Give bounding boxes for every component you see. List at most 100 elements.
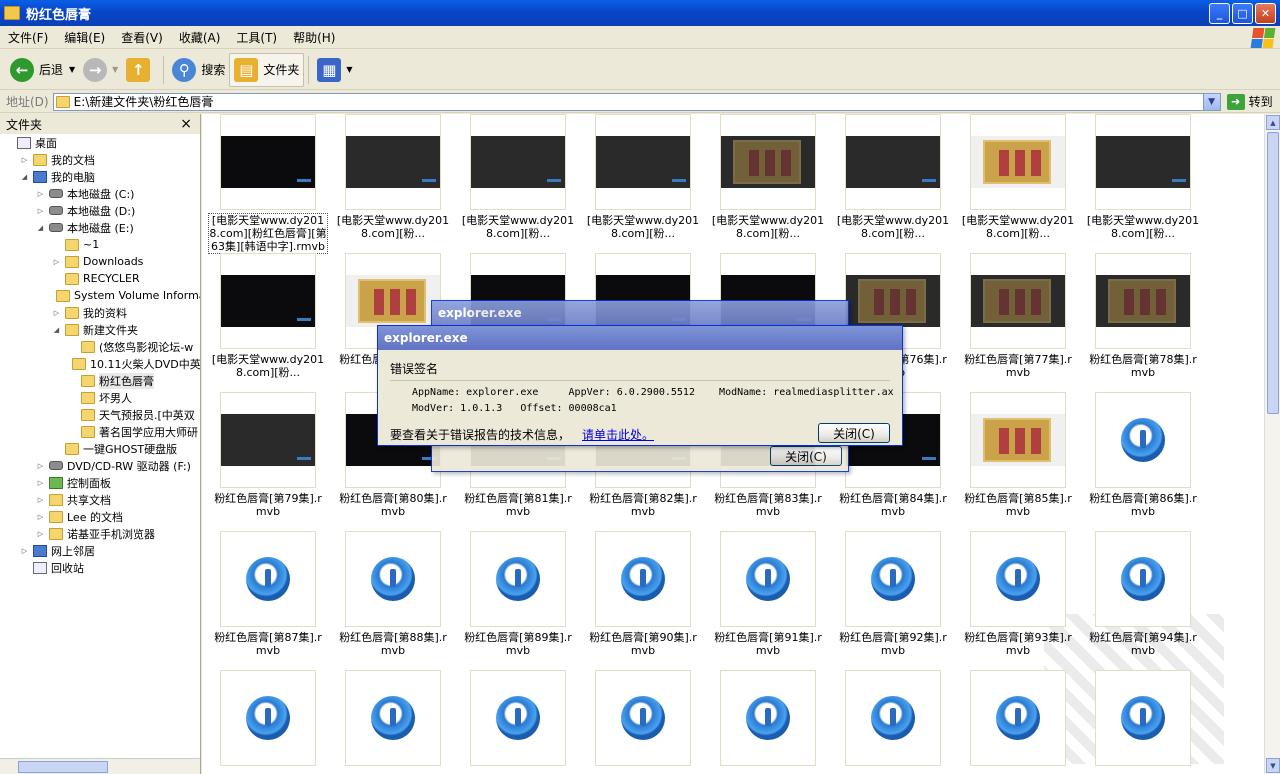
expand-icon[interactable]: ▷: [36, 512, 45, 521]
menu-edit[interactable]: 编辑(E): [56, 29, 113, 46]
expand-icon[interactable]: ▷: [52, 308, 61, 317]
file-item[interactable]: 粉红色唇膏[第94集].rmvb: [1084, 531, 1202, 657]
file-item[interactable]: [834, 670, 952, 770]
tree-item[interactable]: ▷ DVD/CD-RW 驱动器 (F:): [0, 457, 200, 474]
tree-item[interactable]: ▷ 我的资料: [0, 304, 200, 321]
views-button[interactable]: ▦ ▼: [313, 53, 356, 87]
file-item[interactable]: 粉红色唇膏[第86集].rmvb: [1084, 392, 1202, 518]
tree-item[interactable]: 10.11火柴人DVD中英: [0, 355, 200, 372]
file-item[interactable]: 粉红色唇膏[第78集].rmvb: [1084, 253, 1202, 379]
tree-item[interactable]: System Volume Informati: [0, 287, 200, 304]
file-item[interactable]: 粉红色唇膏[第89集].rmvb: [459, 531, 577, 657]
tree-item[interactable]: 回收站: [0, 559, 200, 576]
file-item[interactable]: [电影天堂www.dy2018.com][粉...: [1084, 114, 1202, 240]
file-item[interactable]: [电影天堂www.dy2018.com][粉...: [209, 253, 327, 379]
up-button[interactable]: ↑: [122, 53, 159, 87]
menu-help[interactable]: 帮助(H): [285, 29, 343, 46]
file-item[interactable]: [电影天堂www.dy2018.com][粉红色唇膏][第63集][韩语中字].…: [208, 114, 328, 254]
file-item[interactable]: 粉红色唇膏[第91集].rmvb: [709, 531, 827, 657]
tree-item[interactable]: (悠悠鸟影视论坛-w: [0, 338, 200, 355]
collapse-icon[interactable]: ◢: [20, 172, 29, 181]
scrollbar-thumb[interactable]: [18, 761, 108, 773]
tree-item[interactable]: ▷ 诺基亚手机浏览器: [0, 525, 200, 542]
expand-icon[interactable]: ▷: [36, 478, 45, 487]
file-item[interactable]: [209, 670, 327, 770]
file-item[interactable]: 粉红色唇膏[第90集].rmvb: [584, 531, 702, 657]
tree-item[interactable]: ▷ 共享文档: [0, 491, 200, 508]
tree-item[interactable]: 著名国学应用大师研: [0, 423, 200, 440]
close-button[interactable]: ✕: [1255, 3, 1276, 24]
tree-item[interactable]: 一键GHOST硬盘版: [0, 440, 200, 457]
folder-icon: [49, 510, 63, 523]
scrollbar-thumb[interactable]: [1267, 132, 1279, 414]
file-item[interactable]: 粉红色唇膏[第92集].rmvb: [834, 531, 952, 657]
address-dropdown-button[interactable]: ▼: [1202, 93, 1220, 110]
back-button[interactable]: ← 后退 ▼: [6, 53, 79, 87]
expand-icon[interactable]: ▷: [52, 257, 61, 266]
tree-item[interactable]: ▷ 本地磁盘 (C:): [0, 185, 200, 202]
dialog-close-button[interactable]: 关闭(C): [818, 423, 890, 443]
file-item[interactable]: 粉红色唇膏[第85集].rmvb: [959, 392, 1077, 518]
tree-item[interactable]: ◢ 本地磁盘 (E:): [0, 219, 200, 236]
file-item[interactable]: [电影天堂www.dy2018.com][粉...: [334, 114, 452, 240]
menu-tools[interactable]: 工具(T): [228, 29, 285, 46]
scroll-down-button[interactable]: ▼: [1266, 758, 1280, 773]
expand-icon[interactable]: ▷: [36, 495, 45, 504]
tree-item[interactable]: 桌面: [0, 134, 200, 151]
file-item[interactable]: [334, 670, 452, 770]
expand-icon[interactable]: ▷: [36, 206, 45, 215]
menu-file[interactable]: 文件(F): [0, 29, 56, 46]
file-item[interactable]: [709, 670, 827, 770]
search-button[interactable]: ⚲ 搜索: [168, 53, 229, 87]
collapse-icon[interactable]: ◢: [36, 223, 45, 232]
file-item[interactable]: [电影天堂www.dy2018.com][粉...: [584, 114, 702, 240]
forward-button[interactable]: → ▼: [79, 53, 122, 87]
folder-pane-close-button[interactable]: ×: [180, 116, 192, 132]
maximize-button[interactable]: □: [1232, 3, 1253, 24]
tree-item[interactable]: 坏男人: [0, 389, 200, 406]
details-link[interactable]: 请单击此处。: [582, 426, 654, 443]
expand-icon[interactable]: ▷: [36, 189, 45, 198]
folders-button[interactable]: ▤ 文件夹: [229, 52, 305, 87]
folder-icon: ▤: [234, 57, 259, 82]
tree-item[interactable]: ▷ 控制面板: [0, 474, 200, 491]
file-item[interactable]: [电影天堂www.dy2018.com][粉...: [959, 114, 1077, 240]
address-input[interactable]: E:\新建文件夹\粉红色唇膏 ▼: [52, 92, 1221, 111]
file-item[interactable]: [459, 670, 577, 770]
expand-icon[interactable]: ▷: [36, 529, 45, 538]
file-item[interactable]: 粉红色唇膏[第79集].rmvb: [209, 392, 327, 518]
tree-item[interactable]: ▷ Lee 的文档: [0, 508, 200, 525]
file-item[interactable]: 粉红色唇膏[第93集].rmvb: [959, 531, 1077, 657]
tree-item[interactable]: RECYCLER: [0, 270, 200, 287]
minimize-button[interactable]: _: [1209, 3, 1230, 24]
file-item[interactable]: [电影天堂www.dy2018.com][粉...: [834, 114, 952, 240]
file-item[interactable]: [电影天堂www.dy2018.com][粉...: [459, 114, 577, 240]
tree-item[interactable]: 天气预报员.[中英双: [0, 406, 200, 423]
file-item[interactable]: [电影天堂www.dy2018.com][粉...: [709, 114, 827, 240]
tree-item[interactable]: ▷ 网上邻居: [0, 542, 200, 559]
file-item[interactable]: [584, 670, 702, 770]
collapse-icon[interactable]: ◢: [52, 325, 61, 334]
dialog-close-button[interactable]: 关闭(C): [770, 446, 842, 466]
tree-item[interactable]: ▷ 我的文档: [0, 151, 200, 168]
menu-favorites[interactable]: 收藏(A): [171, 29, 229, 46]
file-view-scrollbar[interactable]: ▲ ▼: [1264, 114, 1280, 774]
file-item[interactable]: [1084, 670, 1202, 770]
tree-item[interactable]: ◢ 新建文件夹: [0, 321, 200, 338]
expand-icon[interactable]: ▷: [20, 546, 29, 555]
tree-item[interactable]: ~1: [0, 236, 200, 253]
go-button[interactable]: ➜ 转到: [1226, 93, 1273, 110]
tree-item[interactable]: ▷ 本地磁盘 (D:): [0, 202, 200, 219]
tree-item[interactable]: ◢ 我的电脑: [0, 168, 200, 185]
file-item[interactable]: [959, 670, 1077, 770]
folder-pane-scrollbar[interactable]: [0, 758, 200, 774]
tree-item[interactable]: 粉红色唇膏: [0, 372, 200, 389]
tree-item[interactable]: ▷ Downloads: [0, 253, 200, 270]
expand-icon[interactable]: ▷: [20, 155, 29, 164]
file-item[interactable]: 粉红色唇膏[第88集].rmvb: [334, 531, 452, 657]
expand-icon[interactable]: ▷: [36, 461, 45, 470]
file-item[interactable]: 粉红色唇膏[第87集].rmvb: [209, 531, 327, 657]
scroll-up-button[interactable]: ▲: [1266, 115, 1280, 130]
menu-view[interactable]: 查看(V): [113, 29, 171, 46]
file-item[interactable]: 粉红色唇膏[第77集].rmvb: [959, 253, 1077, 379]
